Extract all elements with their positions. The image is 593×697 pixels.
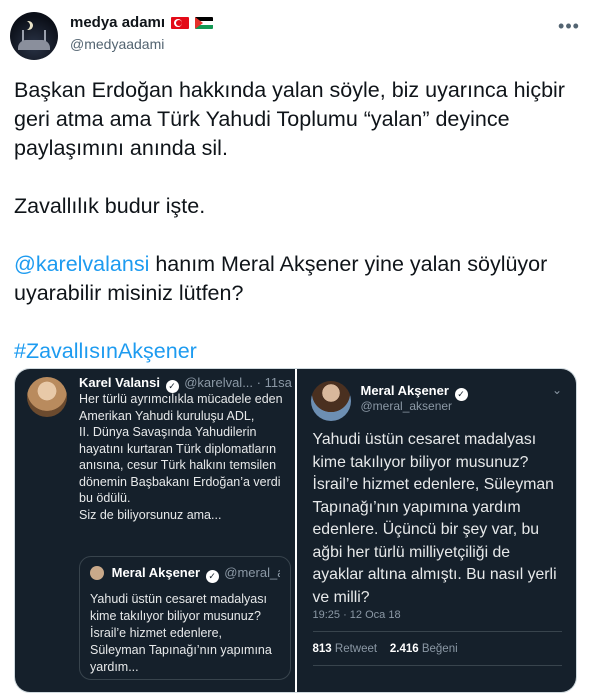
like-count: 2.416 [389,643,419,655]
chevron-down-icon: ⌄ [551,383,562,397]
screenshot-stats: 813 Retweet 2.416 Beğeni [313,643,458,655]
author-handle[interactable]: @medyaadami [70,36,164,52]
verified-icon: ✓ [454,388,468,401]
divider [312,665,562,666]
embedded-author-handle: @karelval... · 11sa [184,375,292,390]
author-display-name[interactable]: medya adamı [70,14,165,31]
quoted-author-handle: @meral_ak... [224,565,280,580]
author-avatar[interactable] [10,12,58,60]
embedded-line-3: Siz de biliyorsunuz ama... [79,507,222,522]
quoted-tweet-header: Meral Akşener ✓ @meral_ak... [90,565,280,583]
media-attachments[interactable]: Karel Valansi ✓ @karelval... · 11sa Her … [14,368,577,693]
divider [312,631,562,632]
embedded-line-2: II. Dünya Savaşında Yahudilerin hayatını… [79,425,281,505]
quoted-author-name: Meral Akşener [111,565,201,580]
quoted-tweet-text: Yahudi üstün cesaret madalyası kime takı… [90,592,272,674]
screenshot-tweet-text: Yahudi üstün cesaret madalyası kime takı… [312,431,557,606]
crescent-moon-icon [21,21,30,30]
tweet-header: medya adamı @medyaadami ••• [8,8,585,64]
like-label: Beğeni [421,643,458,655]
flag-tr-icon [171,16,190,29]
tweet-body: Başkan Erdoğan hakkında yalan söyle, biz… [14,76,579,366]
tweet-paragraph-3: @karelvalansi hanım Meral Akşener yine y… [14,250,579,308]
hashtag-link[interactable]: #ZavallısınAkşener [14,339,197,363]
embedded-line-1: Her türlü ayrımcılıkla mücadele eden Ame… [79,392,283,423]
retweet-count: 813 [312,643,332,655]
author-name-row: medya adamı [70,14,214,31]
quoted-avatar [90,566,104,580]
quoted-tweet: Meral Akşener ✓ @meral_ak... Yahudi üstü… [79,556,291,680]
screenshot-author-handle: @meral_aksener [360,399,453,413]
more-options-icon[interactable]: ••• [557,14,581,38]
mosque-dome [18,40,50,50]
media-image-right[interactable]: Meral Akşener ✓ @meral_aksener ⌄ Yahudi … [296,369,576,692]
media-image-left[interactable]: Karel Valansi ✓ @karelval... · 11sa Her … [15,369,295,692]
flag-ps-icon [195,16,214,29]
verified-icon: ✓ [205,570,219,583]
tweet-paragraph-2: Zavallılık budur işte. [14,194,206,218]
karel-valansi-avatar [27,377,67,417]
screenshot-timestamp: 19:25 · 12 Oca 18 [312,609,401,621]
retweet-label: Retweet [334,643,378,655]
mention-link[interactable]: @karelvalansi [14,252,149,276]
embedded-author-name: Karel Valansi [79,375,160,390]
embedded-tweet-text: Her türlü ayrımcılıkla mücadele eden Ame… [79,391,289,523]
meral-aksener-avatar [310,381,351,421]
tweet-paragraph-1: Başkan Erdoğan hakkında yalan söyle, biz… [14,78,565,160]
tweet-paragraph-4: #ZavallısınAkşener [14,337,579,366]
